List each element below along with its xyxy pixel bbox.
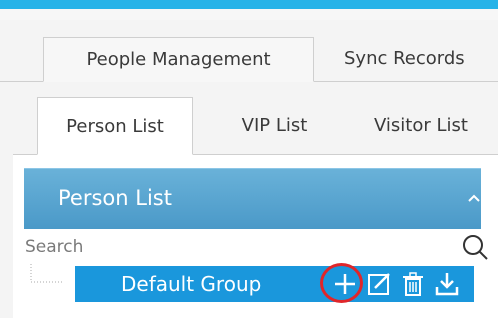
tab-vip-list[interactable]: VIP List — [212, 97, 337, 154]
group-name: Default Group — [121, 272, 262, 296]
person-list-header[interactable]: Person List — [24, 168, 481, 229]
search-input[interactable] — [24, 230, 445, 264]
add-button-highlight-ring — [320, 263, 363, 303]
sub-tab-bar: Person List VIP List Visitor List — [0, 97, 498, 184]
tab-label: Sync Records — [344, 48, 465, 69]
tab-label: VIP List — [241, 115, 308, 136]
delete-icon[interactable] — [399, 270, 427, 298]
edit-icon[interactable] — [365, 270, 393, 298]
tab-sync-records[interactable]: Sync Records — [318, 37, 498, 81]
top-accent-bar — [0, 0, 498, 9]
search-bar — [24, 230, 488, 264]
tree-connector-icon — [30, 264, 63, 283]
tab-people-management[interactable]: People Management — [43, 37, 314, 82]
download-icon[interactable] — [433, 270, 461, 298]
main-tab-bar: People Management Sync Records — [0, 37, 498, 82]
chevron-up-icon[interactable] — [465, 192, 483, 204]
search-icon[interactable] — [461, 233, 489, 261]
tab-visitor-list[interactable]: Visitor List — [352, 97, 498, 154]
tab-label: Person List — [66, 116, 164, 137]
tree-item-default-group[interactable]: Default Group — [75, 266, 474, 302]
tab-label: Visitor List — [374, 115, 468, 136]
tab-label: People Management — [86, 49, 271, 70]
tab-person-list[interactable]: Person List — [37, 97, 193, 155]
panel-title: Person List — [58, 186, 172, 210]
top-spacer — [0, 9, 498, 20]
